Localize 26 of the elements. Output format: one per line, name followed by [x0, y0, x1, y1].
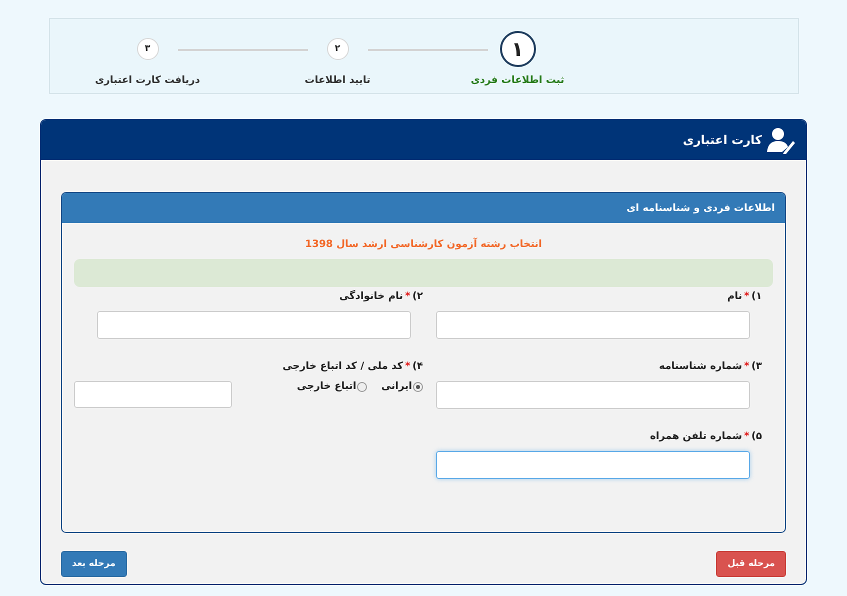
step-label: تایید اطلاعات [304, 75, 370, 86]
step-label: ثبت اطلاعات فردی [470, 75, 564, 86]
step-circle: ۲ [326, 38, 348, 60]
step-circle: ۱ [500, 31, 536, 67]
user-pen-icon [766, 125, 796, 155]
field-label: ۵) * شماره تلفن همراه [648, 431, 762, 442]
previous-button[interactable]: مرحله قبل [716, 551, 786, 577]
notice-text: انتخاب رشته آزمون کارشناسی ارشد سال 1398 [304, 239, 543, 250]
text-field[interactable] [97, 311, 411, 339]
next-button[interactable]: مرحله بعد [61, 551, 127, 577]
panel-title: کارت اعتباری [682, 133, 762, 147]
section-title: اطلاعات فردی و شناسنامه ای [626, 202, 775, 214]
field-label: ۳) * شماره شناسنامه [658, 361, 762, 372]
text-field[interactable] [436, 381, 750, 409]
text-field[interactable] [436, 451, 750, 479]
step-circle: ۳ [136, 38, 158, 60]
radio-icon[interactable] [413, 382, 423, 392]
radio-option[interactable]: اتباع خارجی [296, 381, 368, 392]
text-field[interactable] [74, 381, 232, 408]
radio-option[interactable]: ایرانی [381, 381, 423, 392]
field-label: ۱) * نام [726, 291, 762, 302]
radio-icon[interactable] [357, 382, 368, 392]
step-label: دریافت کارت اعتباری [95, 75, 200, 86]
text-field[interactable] [436, 311, 750, 339]
field-label: ۲) * نام خانوادگی [338, 291, 423, 302]
field-label: ۴) * کد ملی / کد اتباع خارجی [282, 361, 423, 372]
